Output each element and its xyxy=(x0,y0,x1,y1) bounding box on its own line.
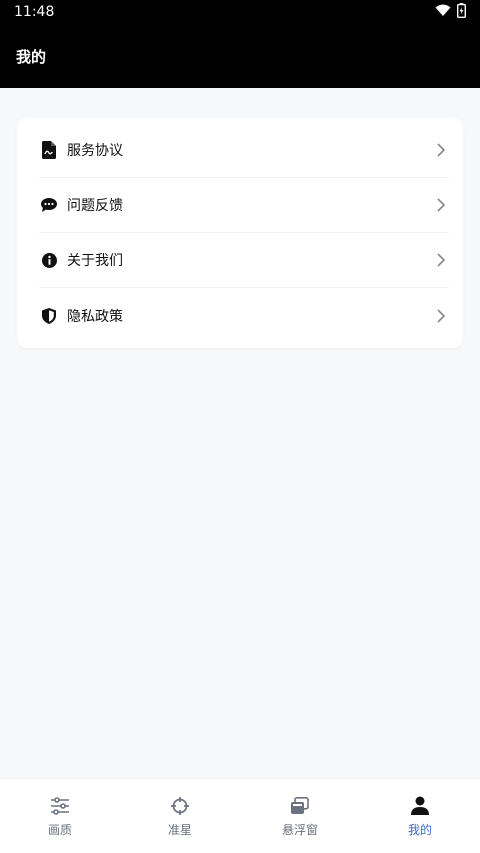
bottom-navigation: 画质 准星 悬浮窗 我的 xyxy=(0,778,480,853)
menu-item-feedback[interactable]: 问题反馈 xyxy=(39,178,449,233)
menu-item-label: 隐私政策 xyxy=(67,308,123,325)
main-content: 服务协议 问题反馈 关于我们 隐私政策 xyxy=(0,88,480,778)
person-icon xyxy=(409,795,431,817)
chevron-right-icon xyxy=(433,308,449,324)
chevron-right-icon xyxy=(433,142,449,158)
shield-icon xyxy=(39,306,59,326)
menu-item-about-us[interactable]: 关于我们 xyxy=(39,233,449,288)
sliders-icon xyxy=(49,795,71,817)
nav-tab-crosshair[interactable]: 准星 xyxy=(120,779,240,853)
nav-tab-floating-window[interactable]: 悬浮窗 xyxy=(240,779,360,853)
chat-bubble-icon xyxy=(39,195,59,215)
menu-item-label: 关于我们 xyxy=(67,253,123,269)
nav-tab-quality[interactable]: 画质 xyxy=(0,779,120,853)
wifi-icon xyxy=(435,4,451,21)
page-title: 我的 xyxy=(16,47,47,66)
nav-tab-mine[interactable]: 我的 xyxy=(360,779,480,853)
nav-tab-label: 我的 xyxy=(407,822,432,837)
nav-tab-label: 准星 xyxy=(167,822,192,837)
document-icon xyxy=(39,140,59,160)
settings-card: 服务协议 问题反馈 关于我们 隐私政策 xyxy=(17,118,463,348)
menu-item-privacy-policy[interactable]: 隐私政策 xyxy=(39,288,449,343)
menu-item-label: 服务协议 xyxy=(67,143,123,159)
info-icon xyxy=(39,250,59,270)
menu-item-service-agreement[interactable]: 服务协议 xyxy=(39,123,449,178)
chevron-right-icon xyxy=(433,252,449,268)
chevron-right-icon xyxy=(433,197,449,213)
status-bar: 11:48 xyxy=(0,0,480,24)
battery-charging-icon xyxy=(456,2,466,22)
status-time: 11:48 xyxy=(14,4,55,20)
nav-tab-label: 画质 xyxy=(47,822,72,837)
menu-item-label: 问题反馈 xyxy=(67,198,123,214)
nav-tab-label: 悬浮窗 xyxy=(281,822,318,837)
status-icons xyxy=(435,2,466,22)
floating-window-icon xyxy=(289,795,311,817)
crosshair-icon xyxy=(169,795,191,817)
app-bar: 我的 xyxy=(0,24,480,88)
